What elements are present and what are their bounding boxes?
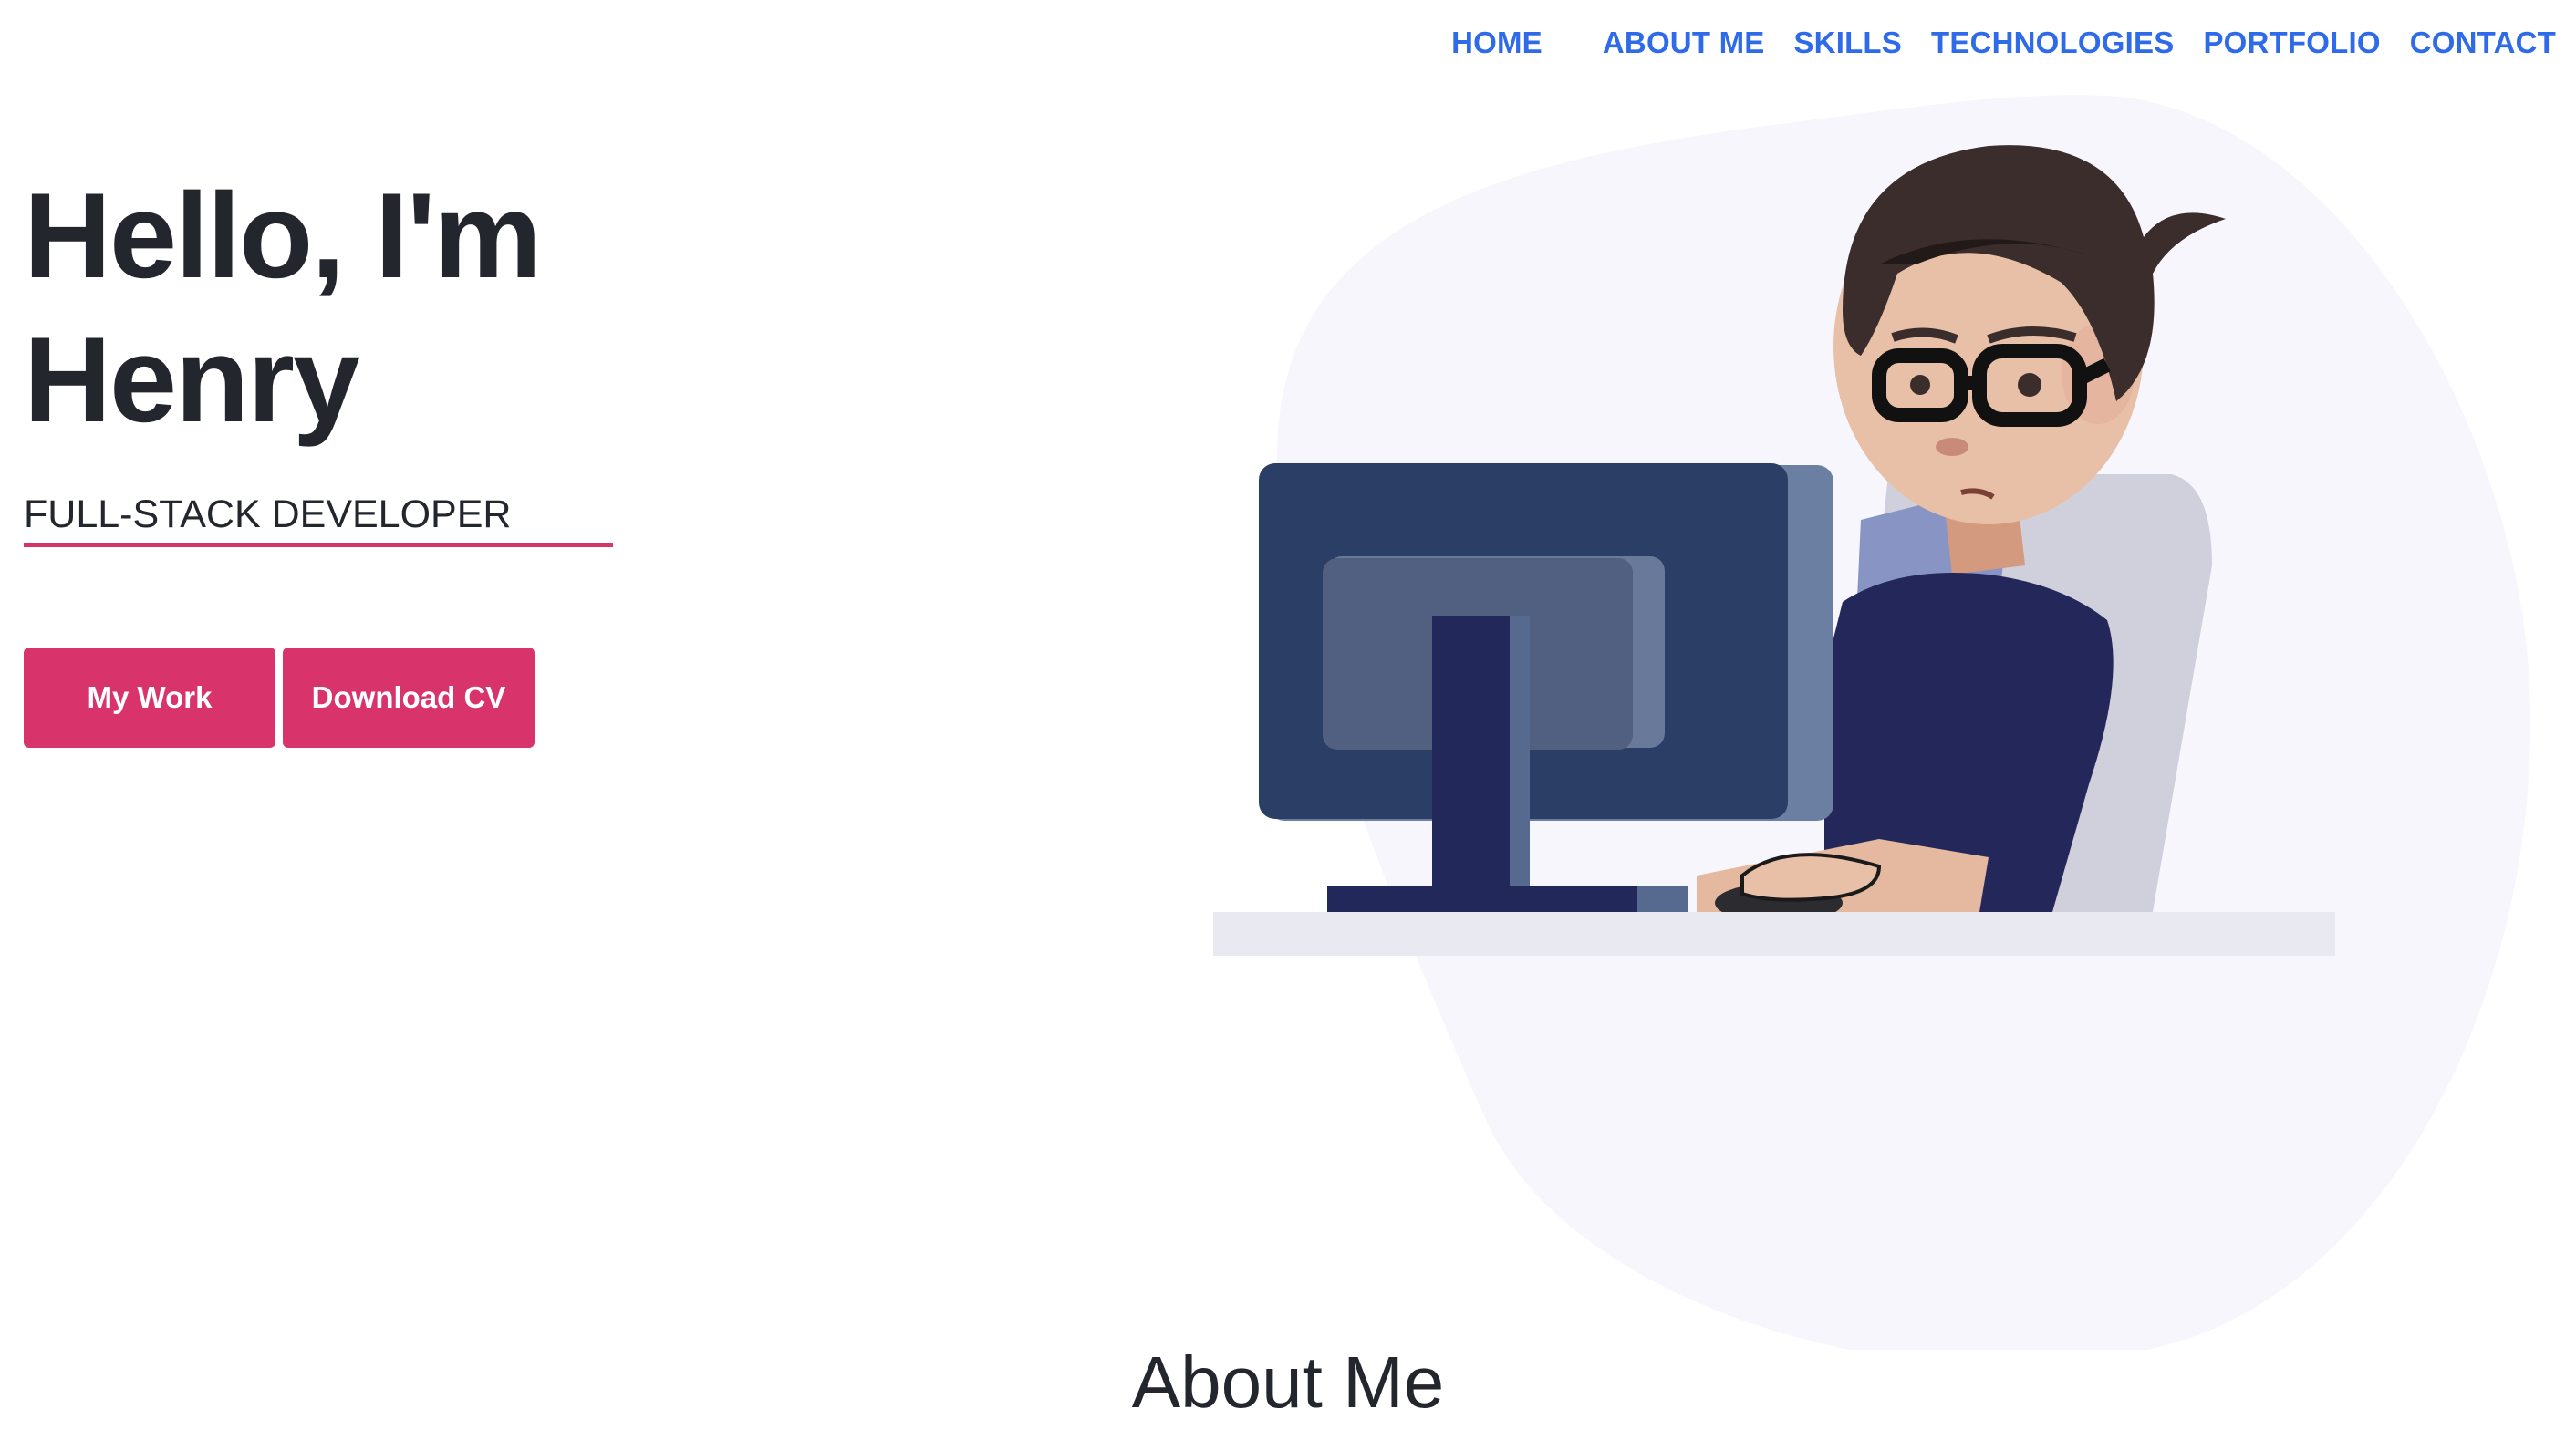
- nav-home-link[interactable]: HOME: [1451, 26, 1542, 60]
- about-section-title: About Me: [1131, 1342, 1445, 1423]
- hero-name: Henry: [24, 313, 360, 448]
- nav-technologies-link[interactable]: TECHNOLOGIES: [1931, 26, 2174, 60]
- hero-title: Hello, I'm Henry: [24, 164, 542, 452]
- page: HOME ABOUT ME SKILLS TECHNOLOGIES PORTFO…: [0, 0, 2576, 1430]
- nav-portfolio-link[interactable]: PORTFOLIO: [2203, 26, 2380, 60]
- my-work-button[interactable]: My Work: [24, 648, 275, 748]
- download-cv-button[interactable]: Download CV: [283, 648, 535, 748]
- top-nav: HOME ABOUT ME SKILLS TECHNOLOGIES PORTFO…: [1451, 26, 2556, 60]
- hero-greeting: Hello, I'm: [24, 169, 542, 304]
- desk: [1213, 912, 2335, 956]
- nav-contact-link[interactable]: CONTACT: [2410, 26, 2556, 60]
- nav-about-link[interactable]: ABOUT ME: [1603, 26, 1765, 60]
- developer-illustration: [1213, 95, 2530, 1350]
- hero-role: FULL-STACK DEVELOPER: [24, 492, 613, 547]
- nav-skills-link[interactable]: SKILLS: [1793, 26, 1902, 60]
